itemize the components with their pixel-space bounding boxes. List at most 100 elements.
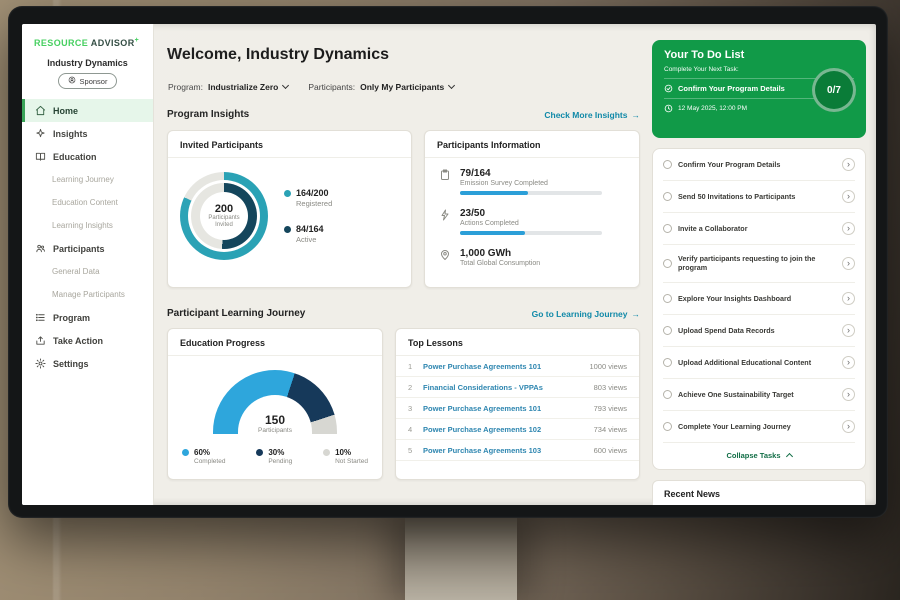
task-checkbox[interactable] — [663, 390, 672, 399]
task-row[interactable]: Invite a Collaborator › — [663, 213, 855, 245]
chevron-right-icon[interactable]: › — [842, 324, 855, 337]
lesson-row: 4 Power Purchase Agreements 102 734 view… — [396, 419, 639, 440]
chevron-down-icon — [282, 82, 289, 89]
task-row[interactable]: Verify participants requesting to join t… — [663, 245, 855, 283]
arrow-right-icon: → — [632, 110, 641, 120]
stat-label: Total Global Consumption — [460, 260, 540, 267]
stat-value: 23/50 — [460, 208, 602, 219]
task-checkbox[interactable] — [663, 358, 672, 367]
task-checkbox[interactable] — [663, 259, 672, 268]
lesson-link[interactable]: Power Purchase Agreements 103 — [423, 446, 587, 455]
chevron-right-icon[interactable]: › — [842, 158, 855, 171]
lesson-rank: 4 — [408, 425, 416, 434]
sidebar-item-label: General Data — [52, 267, 100, 276]
task-row[interactable]: Upload Spend Data Records › — [663, 315, 855, 347]
task-row[interactable]: Upload Additional Educational Content › — [663, 347, 855, 379]
lesson-link[interactable]: Power Purchase Agreements 101 — [423, 404, 587, 413]
legend-item: 84/164 Active — [284, 224, 332, 244]
sidebar: RESOURCE ADVISOR+ Industry Dynamics Spon… — [22, 24, 154, 505]
top-lessons-card: Top Lessons 1 Power Purchase Agreements … — [395, 328, 640, 480]
card-title: Invited Participants — [168, 131, 411, 158]
task-row[interactable]: Confirm Your Program Details › — [663, 149, 855, 181]
legend-item: 30% Pending — [256, 448, 292, 465]
chevron-right-icon[interactable]: › — [842, 257, 855, 270]
sidebar-item-label: Home — [53, 106, 78, 116]
card-title: Top Lessons — [396, 329, 639, 356]
task-checkbox[interactable] — [663, 326, 672, 335]
sidebar-item-manage-participants[interactable]: Manage Participants — [22, 283, 153, 306]
sidebar-item-settings[interactable]: Settings — [22, 352, 153, 375]
legend-dot — [284, 190, 291, 197]
chevron-right-icon[interactable]: › — [842, 356, 855, 369]
progress-bar — [460, 191, 602, 195]
recent-news-label: Recent News — [664, 489, 720, 499]
pin-icon — [439, 248, 451, 267]
task-label: Complete Your Learning Journey — [678, 422, 836, 431]
participants-filter-dropdown[interactable]: Only My Participants — [360, 82, 454, 92]
task-row[interactable]: Explore Your Insights Dashboard › — [663, 283, 855, 315]
lesson-link[interactable]: Financial Considerations - VPPAs — [423, 383, 587, 392]
chevron-right-icon[interactable]: › — [842, 190, 855, 203]
people-icon — [35, 243, 46, 254]
card-title: Education Progress — [168, 329, 382, 356]
todo-title: Your To Do List — [664, 49, 854, 61]
task-label: Confirm Your Program Details — [678, 160, 836, 169]
education-progress-card: Education Progress 150 Participants 60% … — [167, 328, 383, 480]
lesson-link[interactable]: Power Purchase Agreements 101 — [423, 362, 582, 371]
monitor-stand — [405, 514, 517, 600]
sidebar-item-participants[interactable]: Participants — [22, 237, 153, 260]
recent-news-header[interactable]: Recent News — [652, 480, 866, 505]
legend-dot — [323, 449, 330, 456]
clipboard-icon — [439, 168, 451, 195]
legend-dot — [182, 449, 189, 456]
chevron-right-icon[interactable]: › — [842, 222, 855, 235]
participants-filter-label: Participants: — [308, 82, 355, 92]
lesson-row: 3 Power Purchase Agreements 101 793 view… — [396, 398, 639, 419]
sidebar-item-label: Program — [53, 313, 90, 323]
legend-value: 30% — [268, 448, 284, 457]
task-checkbox[interactable] — [663, 294, 672, 303]
task-label: Explore Your Insights Dashboard — [678, 294, 836, 303]
sidebar-item-insights[interactable]: Insights — [22, 122, 153, 145]
sidebar-item-home[interactable]: Home — [22, 99, 153, 122]
sidebar-item-take-action[interactable]: Take Action — [22, 329, 153, 352]
task-checkbox[interactable] — [663, 422, 672, 431]
sidebar-item-learning-journey[interactable]: Learning Journey — [22, 168, 153, 191]
task-checkbox[interactable] — [663, 192, 672, 201]
legend-label: Pending — [256, 458, 292, 465]
task-row[interactable]: Send 50 Invitations to Participants › — [663, 181, 855, 213]
program-filter-value: Industrialize Zero — [208, 82, 278, 92]
lesson-link[interactable]: Power Purchase Agreements 102 — [423, 425, 587, 434]
program-filter-dropdown[interactable]: Industrialize Zero — [208, 82, 288, 92]
lesson-views: 803 views — [594, 383, 627, 392]
sidebar-item-general-data[interactable]: General Data — [22, 260, 153, 283]
task-checkbox[interactable] — [663, 160, 672, 169]
go-to-learning-journey-link[interactable]: Go to Learning Journey → — [532, 309, 640, 319]
task-label: Invite a Collaborator — [678, 224, 836, 233]
task-row[interactable]: Complete Your Learning Journey › — [663, 411, 855, 443]
task-row[interactable]: Achieve One Sustainability Target › — [663, 379, 855, 411]
todo-next-task-label: Confirm Your Program Details — [678, 84, 785, 93]
chevron-right-icon[interactable]: › — [842, 292, 855, 305]
todo-panel: Your To Do List Complete Your Next Task:… — [652, 24, 866, 505]
collapse-tasks-button[interactable]: Collapse Tasks — [663, 443, 855, 466]
task-checkbox[interactable] — [663, 224, 672, 233]
chevron-right-icon[interactable]: › — [842, 420, 855, 433]
gauge-center-value: 150 — [213, 413, 337, 427]
todo-task-list: Confirm Your Program Details › Send 50 I… — [652, 148, 866, 470]
sidebar-item-learning-insights[interactable]: Learning Insights — [22, 214, 153, 237]
stat-emission-survey: 79/164 Emission Survey Completed — [439, 168, 625, 195]
sidebar-item-label: Participants — [53, 244, 105, 254]
participants-filter: Participants: Only My Participants — [308, 82, 454, 92]
arrow-up-box-icon — [35, 335, 46, 346]
sidebar-item-education[interactable]: Education — [22, 145, 153, 168]
sidebar-item-education-content[interactable]: Education Content — [22, 191, 153, 214]
lesson-row: 1 Power Purchase Agreements 101 1000 vie… — [396, 356, 639, 377]
legend-value: 60% — [194, 448, 210, 457]
home-icon — [35, 105, 46, 116]
sidebar-item-program[interactable]: Program — [22, 306, 153, 329]
legend-value: 84/164 — [296, 224, 324, 234]
legend-value: 10% — [335, 448, 351, 457]
chevron-right-icon[interactable]: › — [842, 388, 855, 401]
check-more-insights-link[interactable]: Check More Insights → — [544, 110, 640, 120]
